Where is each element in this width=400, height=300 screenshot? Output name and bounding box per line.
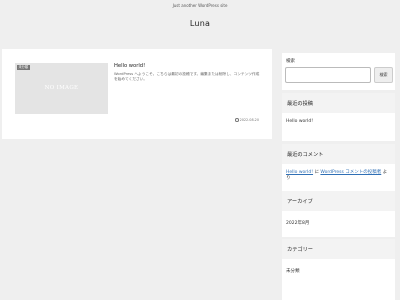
recent-comment-item: Hello world! に WordPress コメントの投稿者 より — [282, 164, 395, 188]
post-card[interactable]: 未分類 NO IMAGE Hello world! WordPress へようこ… — [2, 49, 272, 139]
comment-author-link[interactable]: Hello world! — [286, 170, 313, 175]
no-image-placeholder: NO IMAGE — [44, 85, 79, 91]
widget-title-recent-posts: 最近の投稿 — [282, 93, 395, 113]
clock-icon — [234, 118, 239, 122]
comment-post-link[interactable]: WordPress コメントの投稿者 — [320, 170, 381, 175]
recent-post-link[interactable]: Hello world! — [286, 119, 313, 124]
post-date-text: 2022.08.20 — [239, 118, 259, 122]
archive-link[interactable]: 2022年8月 — [286, 221, 391, 227]
category-link[interactable]: 未分類 — [286, 269, 391, 275]
site-title[interactable]: Luna — [0, 19, 400, 28]
post-thumbnail[interactable]: 未分類 NO IMAGE — [15, 63, 108, 114]
site-header: Just another WordPress site Luna — [0, 0, 400, 46]
recent-comments-widget: 最近のコメント Hello world! に WordPress コメントの投稿… — [282, 144, 395, 192]
post-date: 2022.08.20 — [234, 118, 259, 122]
widget-title-categories: カテゴリー — [282, 239, 395, 259]
search-widget: 検索 検索 — [282, 53, 395, 90]
search-label: 検索 — [286, 59, 295, 64]
sidebar: 検索 検索 最近の投稿 Hello world! 最近のコメント Hello w… — [277, 49, 400, 300]
categories-widget: カテゴリー 未分類 — [282, 239, 395, 300]
search-button[interactable]: 検索 — [374, 67, 393, 83]
widget-title-recent-comments: 最近のコメント — [282, 144, 395, 164]
site-tagline: Just another WordPress site — [172, 3, 228, 8]
post-title[interactable]: Hello world! — [114, 63, 145, 69]
search-input[interactable] — [285, 67, 371, 83]
post-excerpt: WordPress へようこそ。こちらは最初の投稿です。編集または削除し、コンテ… — [114, 72, 260, 82]
widget-title-archives: アーカイブ — [282, 191, 395, 211]
category-badge: 未分類 — [17, 65, 30, 71]
archives-widget: アーカイブ 2022年8月 — [282, 191, 395, 237]
recent-posts-widget: 最近の投稿 Hello world! — [282, 93, 395, 141]
